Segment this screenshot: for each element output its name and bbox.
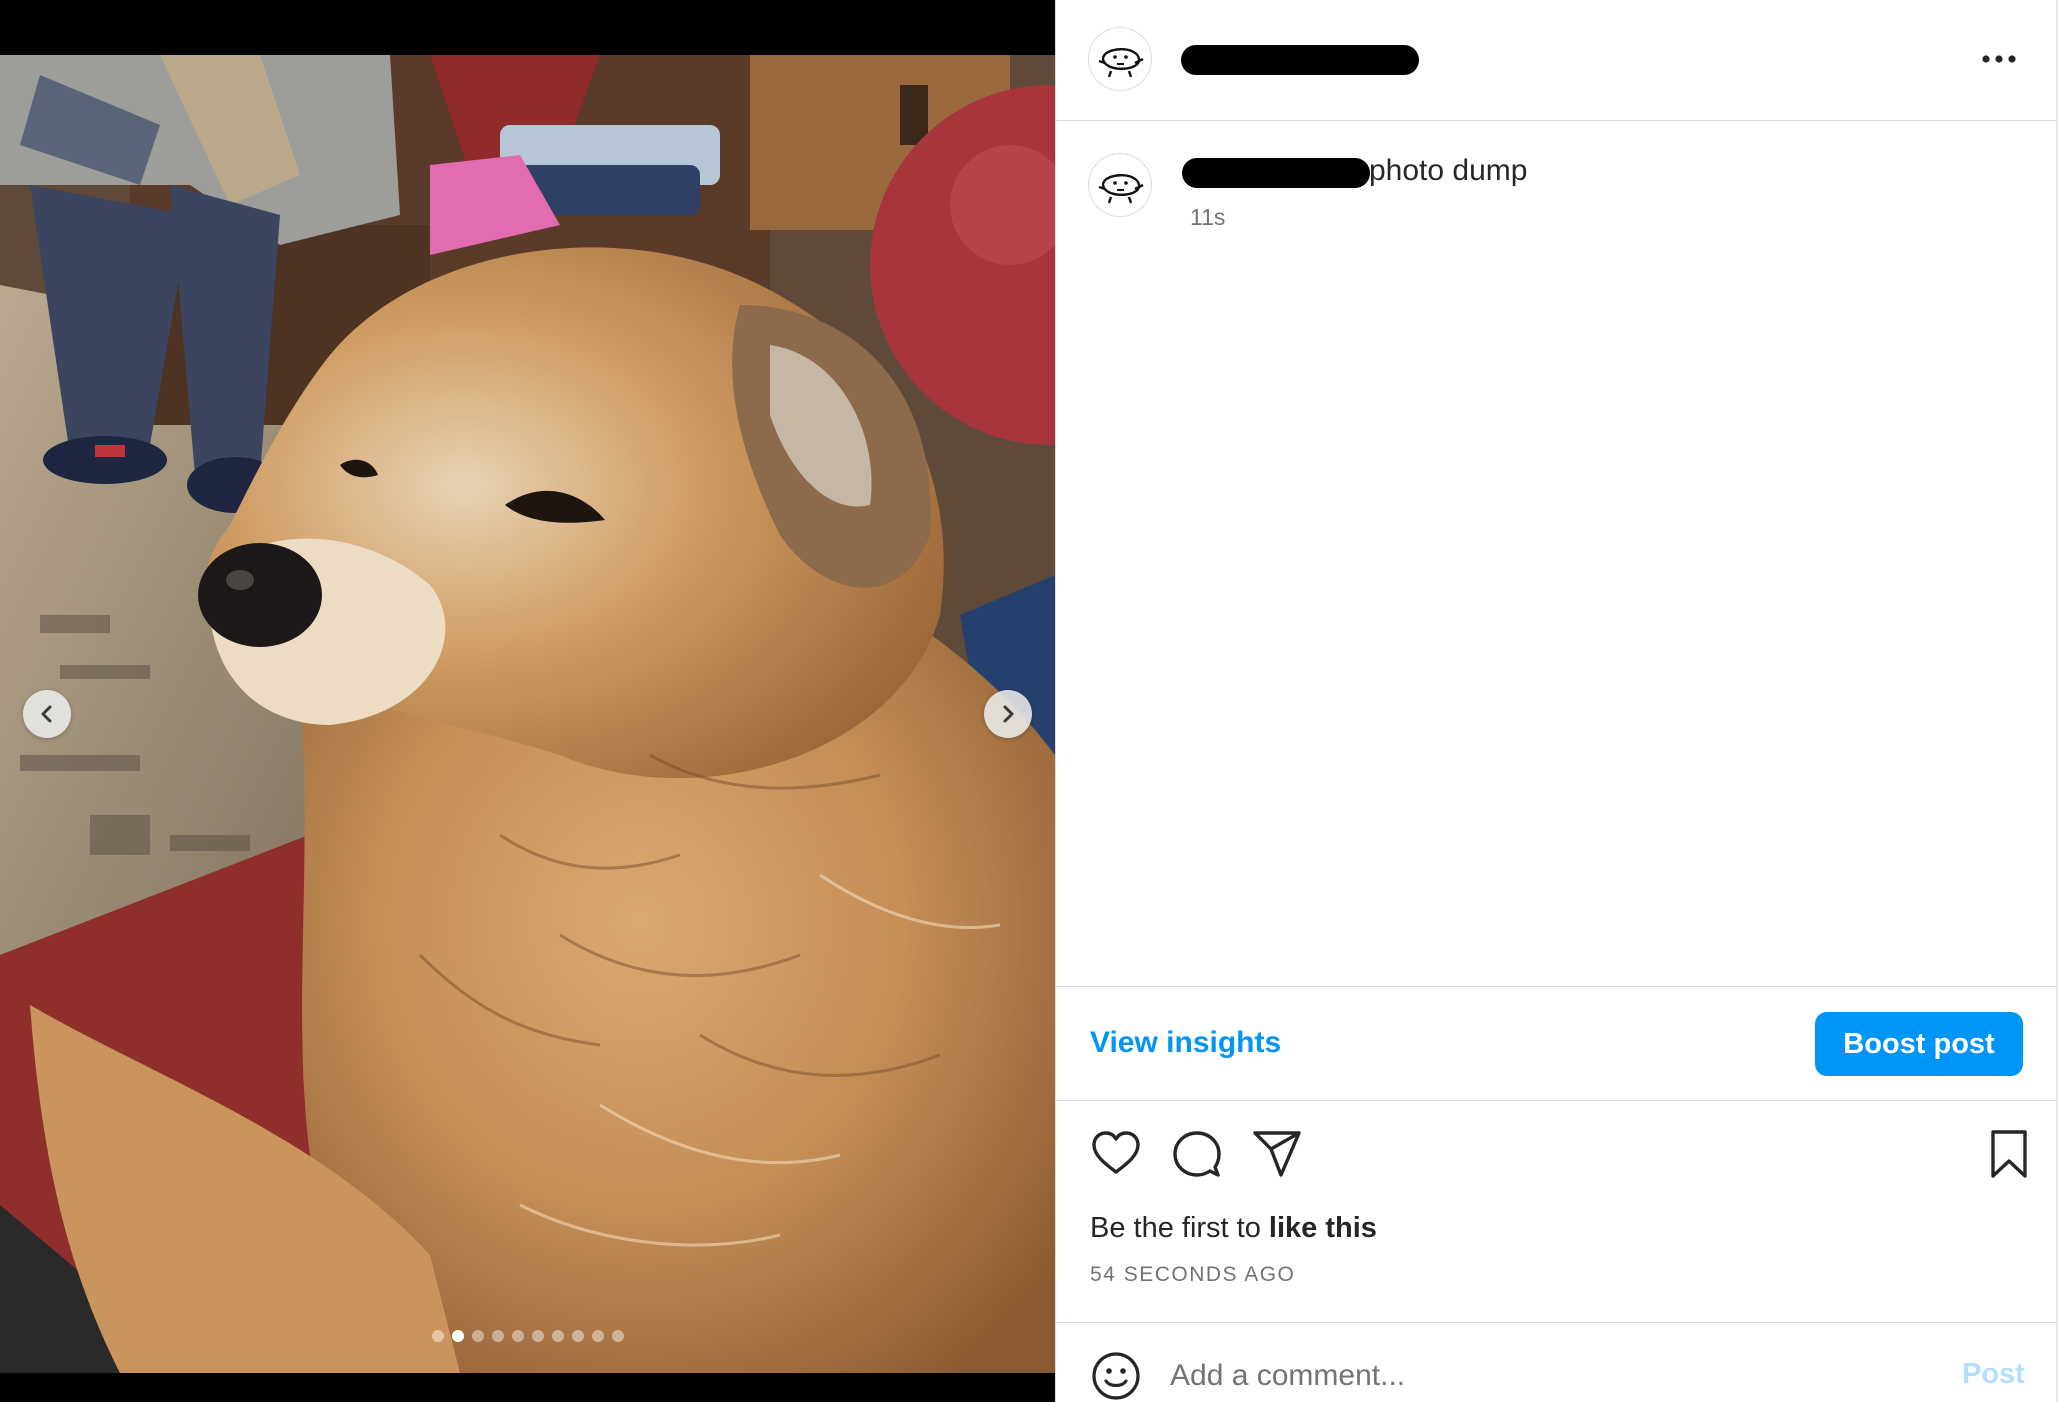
carousel-dot	[512, 1330, 524, 1342]
carousel-dot	[552, 1330, 564, 1342]
header-username-redacted[interactable]	[1181, 45, 1419, 75]
carousel-dot	[612, 1330, 624, 1342]
doodle-face-avatar	[1098, 48, 1144, 78]
header-divider	[1056, 120, 2057, 121]
more-options-button[interactable]	[1969, 44, 2029, 74]
post-timestamp[interactable]: 54 SECONDS AGO	[1090, 1263, 1295, 1287]
carousel-dot	[472, 1330, 484, 1342]
post-photo	[0, 55, 1055, 1373]
carousel-dot	[572, 1330, 584, 1342]
carousel-dot	[532, 1330, 544, 1342]
media-viewer	[0, 0, 1055, 1402]
comment-icon[interactable]	[1171, 1128, 1223, 1180]
chevron-left-icon	[41, 705, 52, 723]
boost-post-button[interactable]: Boost post	[1815, 1012, 2023, 1076]
carousel-dot	[452, 1330, 464, 1342]
comment-top-divider	[1056, 1322, 2057, 1323]
carousel-dot	[592, 1330, 604, 1342]
bookmark-icon[interactable]	[1983, 1128, 2035, 1180]
caption-time[interactable]: 11s	[1190, 204, 1225, 231]
post-comment-button[interactable]: Post	[1962, 1358, 2025, 1391]
heart-icon[interactable]	[1090, 1128, 1142, 1180]
chevron-right-icon	[1003, 705, 1014, 723]
comment-input[interactable]	[1168, 1352, 1892, 1400]
likes-summary: Be the first to like this	[1090, 1212, 1377, 1245]
caption-text: photo dump	[1369, 154, 1528, 187]
likes-emphasis[interactable]: like this	[1269, 1212, 1377, 1244]
paper-plane-icon[interactable]	[1251, 1128, 1303, 1180]
view-insights-link[interactable]: View insights	[1090, 1026, 1281, 1060]
caption-avatar[interactable]	[1088, 153, 1152, 217]
insights-top-divider	[1056, 986, 2057, 987]
carousel-dot	[492, 1330, 504, 1342]
carousel-prev-button[interactable]	[23, 690, 71, 738]
caption-username-redacted[interactable]	[1182, 158, 1370, 188]
doodle-face-avatar	[1098, 174, 1144, 204]
post-detail-panel: photo dump 11s View insights Boost post …	[1055, 0, 2057, 1402]
header-avatar[interactable]	[1088, 27, 1152, 91]
smiley-icon[interactable]	[1090, 1350, 1142, 1402]
more-horizontal-icon	[1982, 55, 2016, 63]
likes-prefix: Be the first to	[1090, 1212, 1269, 1244]
carousel-dot	[432, 1330, 444, 1342]
carousel-indicator	[432, 1330, 624, 1342]
actions-top-divider	[1056, 1100, 2057, 1101]
carousel-next-button[interactable]	[984, 690, 1032, 738]
